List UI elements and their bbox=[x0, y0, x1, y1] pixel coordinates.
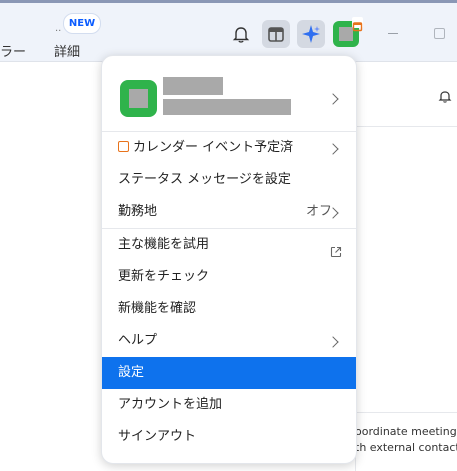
menu-item-add-account[interactable]: アカウントを追加 bbox=[102, 389, 356, 421]
notifications-bell-icon[interactable] bbox=[227, 20, 255, 48]
menu-item-label: ヘルプ bbox=[118, 333, 158, 348]
menu-item-label: 設定 bbox=[118, 365, 145, 380]
nav-label-truncated[interactable]: ラー bbox=[0, 41, 26, 60]
profile-dropdown-menu: カレンダー イベント予定済 ステータス メッセージを設定 勤務地 オフ 主な機能… bbox=[101, 55, 357, 464]
avatar-placeholder bbox=[129, 89, 148, 108]
chevron-right-icon bbox=[327, 93, 339, 105]
redacted-email bbox=[163, 99, 291, 115]
menu-item-set-status[interactable]: ステータス メッセージを設定 bbox=[102, 164, 356, 196]
menu-item-label: サインアウト bbox=[118, 429, 197, 444]
menu-item-whats-new[interactable]: 新機能を確認 bbox=[102, 293, 356, 325]
ai-companion-icon[interactable] bbox=[297, 20, 325, 48]
chevron-right-icon bbox=[327, 143, 339, 155]
calendar-icon bbox=[118, 141, 129, 152]
meeting-banner[interactable]: oordinate meetings th external contact bbox=[355, 412, 457, 462]
menu-item-label: 勤務地 bbox=[118, 204, 158, 219]
chevron-right-icon bbox=[327, 336, 339, 348]
calendar-app-icon[interactable] bbox=[262, 20, 290, 48]
menu-item-label: アカウントを追加 bbox=[118, 397, 223, 412]
redacted-name bbox=[163, 77, 223, 95]
menu-item-work-location[interactable]: 勤務地 オフ bbox=[102, 196, 356, 228]
banner-line-1: oordinate meetings bbox=[355, 425, 457, 438]
menu-item-label: カレンダー イベント予定済 bbox=[133, 140, 294, 155]
right-panel bbox=[355, 62, 457, 471]
nav-label-detail[interactable]: 詳細 bbox=[54, 41, 80, 60]
top-toolbar: ラー .. NEW 詳細 bbox=[0, 3, 457, 62]
menu-item-label: 新機能を確認 bbox=[118, 301, 197, 316]
menu-item-settings[interactable]: 設定 bbox=[102, 357, 356, 389]
user-avatar-button[interactable] bbox=[333, 17, 363, 47]
window-minimize-button[interactable] bbox=[388, 33, 398, 34]
menu-item-calendar-event[interactable]: カレンダー イベント予定済 bbox=[102, 132, 356, 164]
avatar-placeholder bbox=[339, 27, 353, 41]
panel-header-divider bbox=[355, 126, 457, 127]
menu-item-check-updates[interactable]: 更新をチェック bbox=[102, 261, 356, 293]
banner-line-2: th external contact bbox=[355, 441, 457, 454]
panel-bell-icon[interactable] bbox=[437, 88, 453, 108]
new-badge: NEW bbox=[63, 13, 101, 34]
menu-item-label: 主な機能を試用 bbox=[118, 237, 210, 252]
menu-item-sign-out[interactable]: サインアウト bbox=[102, 421, 356, 453]
menu-item-try-features[interactable]: 主な機能を試用 bbox=[102, 229, 356, 261]
more-dots: .. bbox=[55, 23, 62, 34]
menu-item-label: ステータス メッセージを設定 bbox=[118, 172, 291, 187]
menu-item-help[interactable]: ヘルプ bbox=[102, 325, 356, 357]
calendar-status-badge-icon bbox=[352, 17, 363, 32]
window-maximize-button[interactable] bbox=[434, 28, 445, 39]
menu-item-label: 更新をチェック bbox=[118, 269, 210, 284]
profile-avatar bbox=[120, 80, 157, 117]
